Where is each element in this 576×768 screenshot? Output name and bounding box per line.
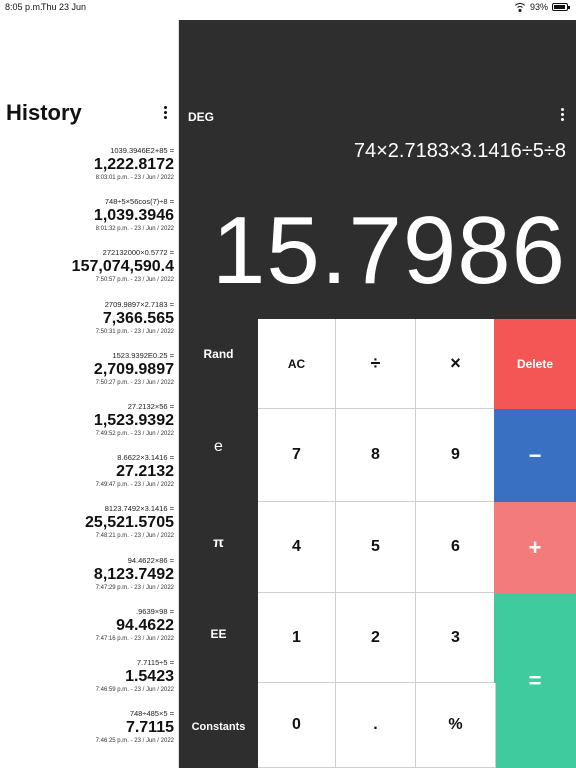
- status-indicators: 93%: [513, 2, 570, 12]
- history-entry-timestamp: 7:50:57 p.m. - 23 / Jun / 2022: [95, 277, 174, 284]
- e-constant-button[interactable]: e: [179, 404, 258, 489]
- battery-icon: [552, 3, 570, 11]
- plus-button[interactable]: +: [494, 502, 576, 593]
- rand-button[interactable]: Rand: [179, 319, 258, 389]
- angle-mode-toggle[interactable]: DEG: [188, 110, 214, 124]
- status-date: Thu 23 Jun: [41, 2, 87, 12]
- status-bar: 8:05 p.m. Thu 23 Jun 93%: [0, 0, 576, 20]
- history-entry[interactable]: 1039.3946E2+85 = 1,222.8172 8:03:01 p.m. -…: [0, 146, 174, 197]
- minus-button[interactable]: −: [494, 409, 576, 502]
- result-display: 15.7986: [211, 197, 566, 304]
- key-6[interactable]: 6: [416, 502, 496, 593]
- history-entry-expression: 1523.9392E0.25 =: [112, 350, 174, 360]
- history-entry-result: 1,222.8172: [93, 156, 174, 173]
- all-clear-button[interactable]: AC: [258, 319, 336, 409]
- history-entry-result: 7.7115: [125, 719, 174, 737]
- history-entry-result: 1,523.9392: [93, 411, 174, 429]
- key-1[interactable]: 1: [258, 593, 336, 683]
- key-5[interactable]: 5: [336, 502, 416, 593]
- pi-button[interactable]: π: [179, 499, 258, 584]
- history-entry-timestamp: 7:50:31 p.m. - 23 / Jun / 2022: [95, 328, 174, 335]
- ee-button[interactable]: EE: [179, 589, 258, 679]
- history-entry-timestamp: 8:03:01 p.m. - 23 / Jun / 2022: [95, 175, 174, 181]
- history-entry-expression: 748÷485×5 =: [129, 709, 174, 719]
- history-entry[interactable]: 748÷5×56cos(7)÷8 = 1,039.3946 8:01:32 p.m.…: [0, 197, 174, 248]
- history-entry-timestamp: 7:47:29 p.m. - 23 / Jun / 2022: [95, 584, 174, 591]
- history-entry-timestamp: 7:46:59 p.m. - 23 / Jun / 2022: [95, 686, 174, 693]
- history-entry-expression: 94.4622×86 =: [127, 555, 174, 565]
- history-entry-expression: 8.6622×3.1416 =: [117, 453, 174, 463]
- equals-button[interactable]: =: [494, 593, 576, 768]
- history-entry-result: 94.4622: [116, 616, 174, 634]
- history-more-icon[interactable]: [160, 106, 170, 121]
- function-column: Rand e π EE Constants: [179, 319, 258, 768]
- key-9[interactable]: 9: [416, 409, 496, 502]
- history-entry-timestamp: 7:49:47 p.m. - 23 / Jun / 2022: [95, 482, 174, 489]
- percent-button[interactable]: %: [416, 683, 496, 768]
- history-entry-expression: 2709.9897×2.7183 =: [104, 299, 174, 309]
- history-entry[interactable]: 94.4622×86 = 8,123.7492 7:47:29 p.m. - 23 …: [0, 556, 174, 607]
- history-entry-expression: 27.2132×56 =: [127, 401, 174, 411]
- history-entry-result: 1.5423: [125, 667, 174, 685]
- history-entry-timestamp: 7:47:16 p.m. - 23 / Jun / 2022: [95, 635, 174, 642]
- history-entry-result: 25,521.5705: [85, 514, 174, 532]
- history-entry[interactable]: 272132000×0.5772 = 157,074,590.4 7:50:57 p…: [0, 248, 174, 299]
- history-entry[interactable]: .9639×98 = 94.4622 7:47:16 p.m. - 23 / Jun…: [0, 607, 174, 658]
- history-entry-expression: 8123.7492×3.1416 =: [104, 504, 174, 514]
- history-entry-result: 7,366.565: [102, 309, 174, 327]
- divide-button[interactable]: ÷: [336, 319, 416, 409]
- history-entry[interactable]: 8.6622×3.1416 = 27.2132 7:49:47 p.m. - 23 …: [0, 453, 174, 504]
- history-entry-expression: 7.7115÷5 =: [136, 657, 174, 667]
- history-entry-timestamp: 7:48:21 p.m. - 23 / Jun / 2022: [95, 533, 174, 540]
- multiply-button[interactable]: ×: [416, 319, 496, 409]
- history-entry-expression: .9639×98 =: [136, 606, 174, 616]
- history-title: History: [6, 100, 82, 125]
- history-entry[interactable]: 7.7115÷5 = 1.5423 7:46:59 p.m. - 23 / Jun …: [0, 658, 174, 709]
- history-entry-timestamp: 7:50:27 p.m. - 23 / Jun / 2022: [95, 379, 174, 386]
- history-entry-result: 1,039.3946: [93, 207, 174, 225]
- history-entry-result: 8,123.7492: [93, 565, 174, 583]
- keypad: AC ÷ × Delete 7 8 9 − 4 5 6 + 1 2 3 = 0 …: [258, 319, 576, 768]
- calculator-more-icon[interactable]: [559, 108, 565, 123]
- constants-button[interactable]: Constants: [179, 684, 258, 768]
- key-3[interactable]: 3: [416, 593, 496, 683]
- history-entry[interactable]: 8123.7492×3.1416 = 25,521.5705 7:48:21 p.m…: [0, 504, 174, 555]
- history-list: 1039.3946E2+85 = 1,222.8172 8:03:01 p.m. -…: [0, 146, 174, 760]
- history-entry-result: 2,709.9897: [93, 360, 174, 378]
- delete-button[interactable]: Delete: [494, 319, 576, 409]
- decimal-point-button[interactable]: .: [336, 683, 416, 768]
- key-2[interactable]: 2: [336, 593, 416, 683]
- history-entry-timestamp: 8:01:32 p.m. - 23 / Jun / 2022: [95, 226, 174, 233]
- status-time: 8:05 p.m.: [5, 2, 43, 12]
- history-entry-result: 27.2132: [116, 463, 174, 481]
- history-entry-expression: 272132000×0.5772 =: [102, 248, 174, 258]
- history-entry-timestamp: 7:46:25 p.m. - 23 / Jun / 2022: [95, 738, 174, 745]
- key-0[interactable]: 0: [258, 683, 336, 768]
- history-entry-expression: 748÷5×56cos(7)÷8 =: [104, 197, 174, 207]
- history-entry[interactable]: 748÷485×5 = 7.7115 7:46:25 p.m. - 23 / Jun…: [0, 709, 174, 760]
- key-7[interactable]: 7: [258, 409, 336, 502]
- battery-percent: 93%: [529, 2, 548, 12]
- history-entry[interactable]: 27.2132×56 = 1,523.9392 7:49:52 p.m. - 23 …: [0, 402, 174, 453]
- history-entry-expression: 1039.3946E2+85 =: [110, 146, 174, 155]
- key-4[interactable]: 4: [258, 502, 336, 593]
- wifi-icon: [513, 2, 526, 12]
- history-entry-result: 157,074,590.4: [71, 258, 174, 276]
- expression-display: 74×2.7183×3.1416÷5÷8: [353, 140, 566, 162]
- history-entry[interactable]: 2709.9897×2.7183 = 7,366.565 7:50:31 p.m. …: [0, 300, 174, 351]
- key-8[interactable]: 8: [336, 409, 416, 502]
- history-entry-timestamp: 7:49:52 p.m. - 23 / Jun / 2022: [95, 430, 174, 437]
- history-entry[interactable]: 1523.9392E0.25 = 2,709.9897 7:50:27 p.m. -…: [0, 351, 174, 402]
- calculator-panel: DEG 74×2.7183×3.1416÷5÷8 15.7986 Rand e …: [179, 20, 576, 768]
- history-panel: History 1039.3946E2+85 = 1,222.8172 8:03:0…: [0, 20, 179, 768]
